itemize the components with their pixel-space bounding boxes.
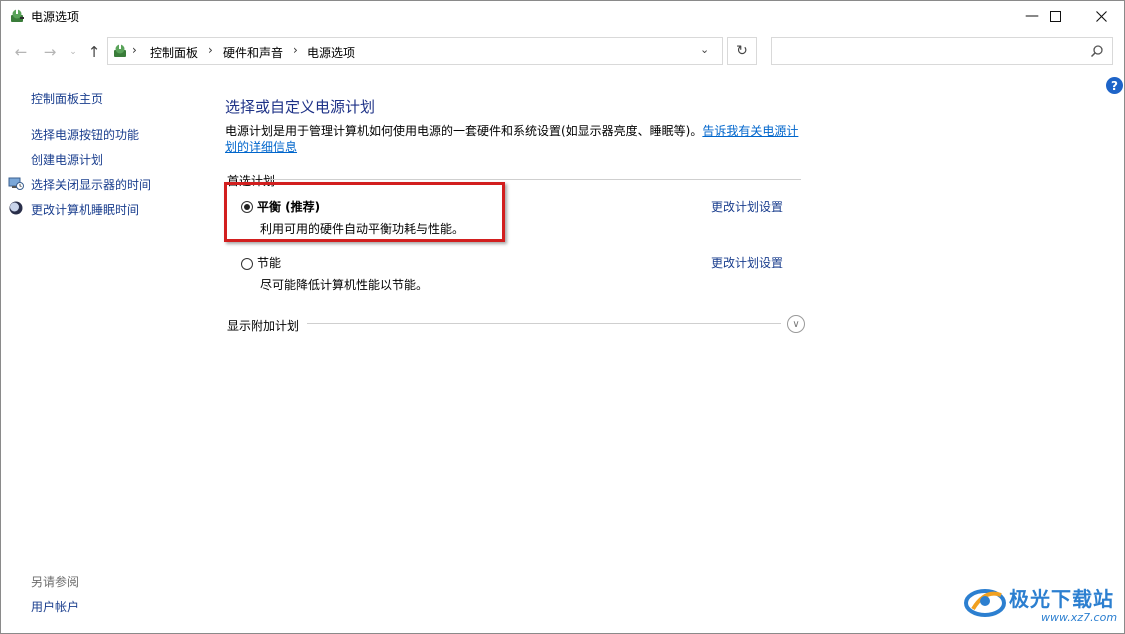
plan-power-saver-radio[interactable] (241, 258, 253, 270)
sidebar-item-create-plan[interactable]: 创建电源计划 (31, 151, 103, 168)
window-title: 电源选项 (31, 10, 80, 24)
search-input[interactable] (771, 37, 1113, 65)
highlight-box (224, 182, 505, 242)
chevron-right-icon: › (208, 43, 213, 57)
learn-more-link[interactable]: 告诉我有关电源计 (702, 124, 798, 138)
page-title: 选择或自定义电源计划 (225, 98, 376, 116)
chevron-right-icon: › (293, 43, 298, 57)
chevron-down-icon[interactable]: ⌄ (700, 43, 709, 56)
breadcrumb-power-options[interactable]: 电源选项 (307, 44, 355, 61)
arrow-up-icon: ↑ (87, 43, 101, 61)
group-divider (271, 179, 801, 180)
search-icon (1090, 45, 1103, 58)
plan-power-saver-name[interactable]: 节能 (257, 254, 281, 271)
expand-additional-plans-button[interactable]: ∨ (787, 315, 805, 333)
forward-button[interactable]: → (41, 43, 59, 61)
arrow-left-icon: ← (14, 43, 28, 61)
see-also-heading: 另请参阅 (31, 575, 80, 589)
close-button[interactable] (1078, 1, 1124, 31)
chevron-right-icon: › (132, 43, 137, 57)
maximize-icon (1049, 10, 1061, 22)
sidebar-item-power-button[interactable]: 选择电源按钮的功能 (31, 126, 139, 143)
question-icon: ? (1111, 78, 1118, 93)
see-also-user-accounts[interactable]: 用户帐户 (31, 598, 79, 615)
watermark-text: 极光下载站 (1009, 587, 1114, 611)
title-bar[interactable]: 电源选项 — (1, 1, 1124, 31)
address-bar[interactable]: › 控制面板 › 硬件和声音 › 电源选项 ⌄ (107, 37, 723, 65)
breadcrumb-hardware-sound[interactable]: 硬件和声音 (223, 44, 283, 61)
close-icon (1095, 10, 1107, 22)
show-additional-plans-label[interactable]: 显示附加计划 (227, 317, 299, 334)
monitor-clock-icon (8, 177, 24, 190)
maximize-button[interactable] (1032, 1, 1078, 31)
additional-plans-divider (307, 323, 781, 324)
refresh-icon: ↻ (736, 43, 748, 59)
recent-locations-button[interactable]: ⌄ (64, 43, 82, 61)
plan-balanced-change-settings-link[interactable]: 更改计划设置 (711, 198, 783, 215)
plan-power-saver-change-settings-link[interactable]: 更改计划设置 (711, 254, 783, 271)
moon-icon (9, 201, 23, 215)
sidebar-item-display-off[interactable]: 选择关闭显示器的时间 (31, 176, 151, 193)
up-button[interactable]: ↑ (85, 43, 103, 61)
breadcrumb-control-panel[interactable]: 控制面板 (150, 44, 198, 61)
power-options-window: 电源选项 — ← → ⌄ ↑ › 控制面板 › 硬件和声音 › 电源选项 ⌄ ↻ (0, 0, 1125, 634)
learn-more-link-continued[interactable]: 划的详细信息 (225, 140, 297, 154)
plan-power-saver-description: 尽可能降低计算机性能以节能。 (260, 278, 429, 292)
power-options-icon (11, 9, 24, 22)
control-panel-icon (114, 44, 126, 57)
sidebar-home-link[interactable]: 控制面板主页 (31, 90, 103, 107)
watermark-logo-icon (964, 589, 1006, 617)
sidebar-item-sleep-time[interactable]: 更改计算机睡眠时间 (31, 201, 139, 218)
refresh-button[interactable]: ↻ (727, 37, 757, 65)
chevron-down-icon: ∨ (792, 318, 800, 330)
page-description: 电源计划是用于管理计算机如何使用电源的一套硬件和系统设置(如显示器亮度、睡眠等)… (225, 123, 805, 155)
description-text: 电源计划是用于管理计算机如何使用电源的一套硬件和系统设置(如显示器亮度、睡眠等)… (225, 124, 703, 138)
help-button[interactable]: ? (1106, 77, 1123, 94)
back-button[interactable]: ← (12, 43, 30, 61)
arrow-right-icon: → (43, 43, 57, 61)
watermark-url: www.xz7.com (1041, 611, 1118, 624)
chevron-down-icon: ⌄ (69, 47, 77, 57)
